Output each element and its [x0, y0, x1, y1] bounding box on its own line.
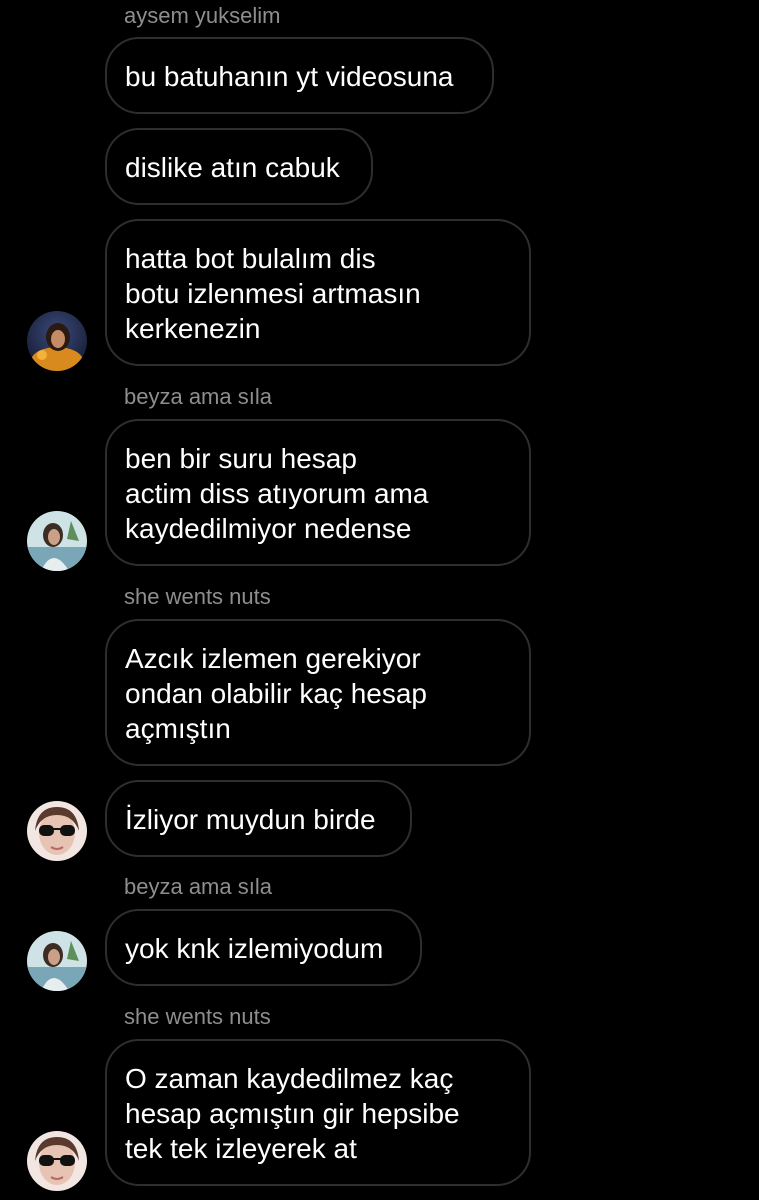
sender-name: aysem yukselim [124, 3, 281, 28]
sender-name: beyza ama sıla [124, 874, 272, 899]
profile-photo-icon [27, 801, 87, 861]
profile-photo-icon [27, 511, 87, 571]
message-bubble[interactable]: Azcık izlemen gerekiyor ondan olabilir k… [105, 619, 531, 766]
sender-name: she wents nuts [124, 584, 271, 609]
avatar[interactable] [27, 1131, 87, 1191]
sender-name: she wents nuts [124, 1004, 271, 1029]
avatar[interactable] [27, 801, 87, 861]
sender-name: beyza ama sıla [124, 384, 272, 409]
avatar[interactable] [27, 311, 87, 371]
profile-photo-icon [27, 931, 87, 991]
profile-photo-icon [27, 311, 87, 371]
message-bubble[interactable]: ben bir suru hesap actim diss atıyorum a… [105, 419, 531, 566]
profile-photo-icon [27, 1131, 87, 1191]
avatar[interactable] [27, 931, 87, 991]
message-bubble[interactable]: O zaman kaydedilmez kaç hesap açmıştın g… [105, 1039, 531, 1186]
message-bubble[interactable]: yok knk izlemiyodum [105, 909, 422, 986]
message-bubble[interactable]: hatta bot bulalım dis botu izlenmesi art… [105, 219, 531, 366]
message-bubble[interactable]: dislike atın cabuk [105, 128, 373, 205]
avatar[interactable] [27, 511, 87, 571]
message-bubble[interactable]: bu batuhanın yt videosuna [105, 37, 494, 114]
message-bubble[interactable]: İzliyor muydun birde [105, 780, 412, 857]
